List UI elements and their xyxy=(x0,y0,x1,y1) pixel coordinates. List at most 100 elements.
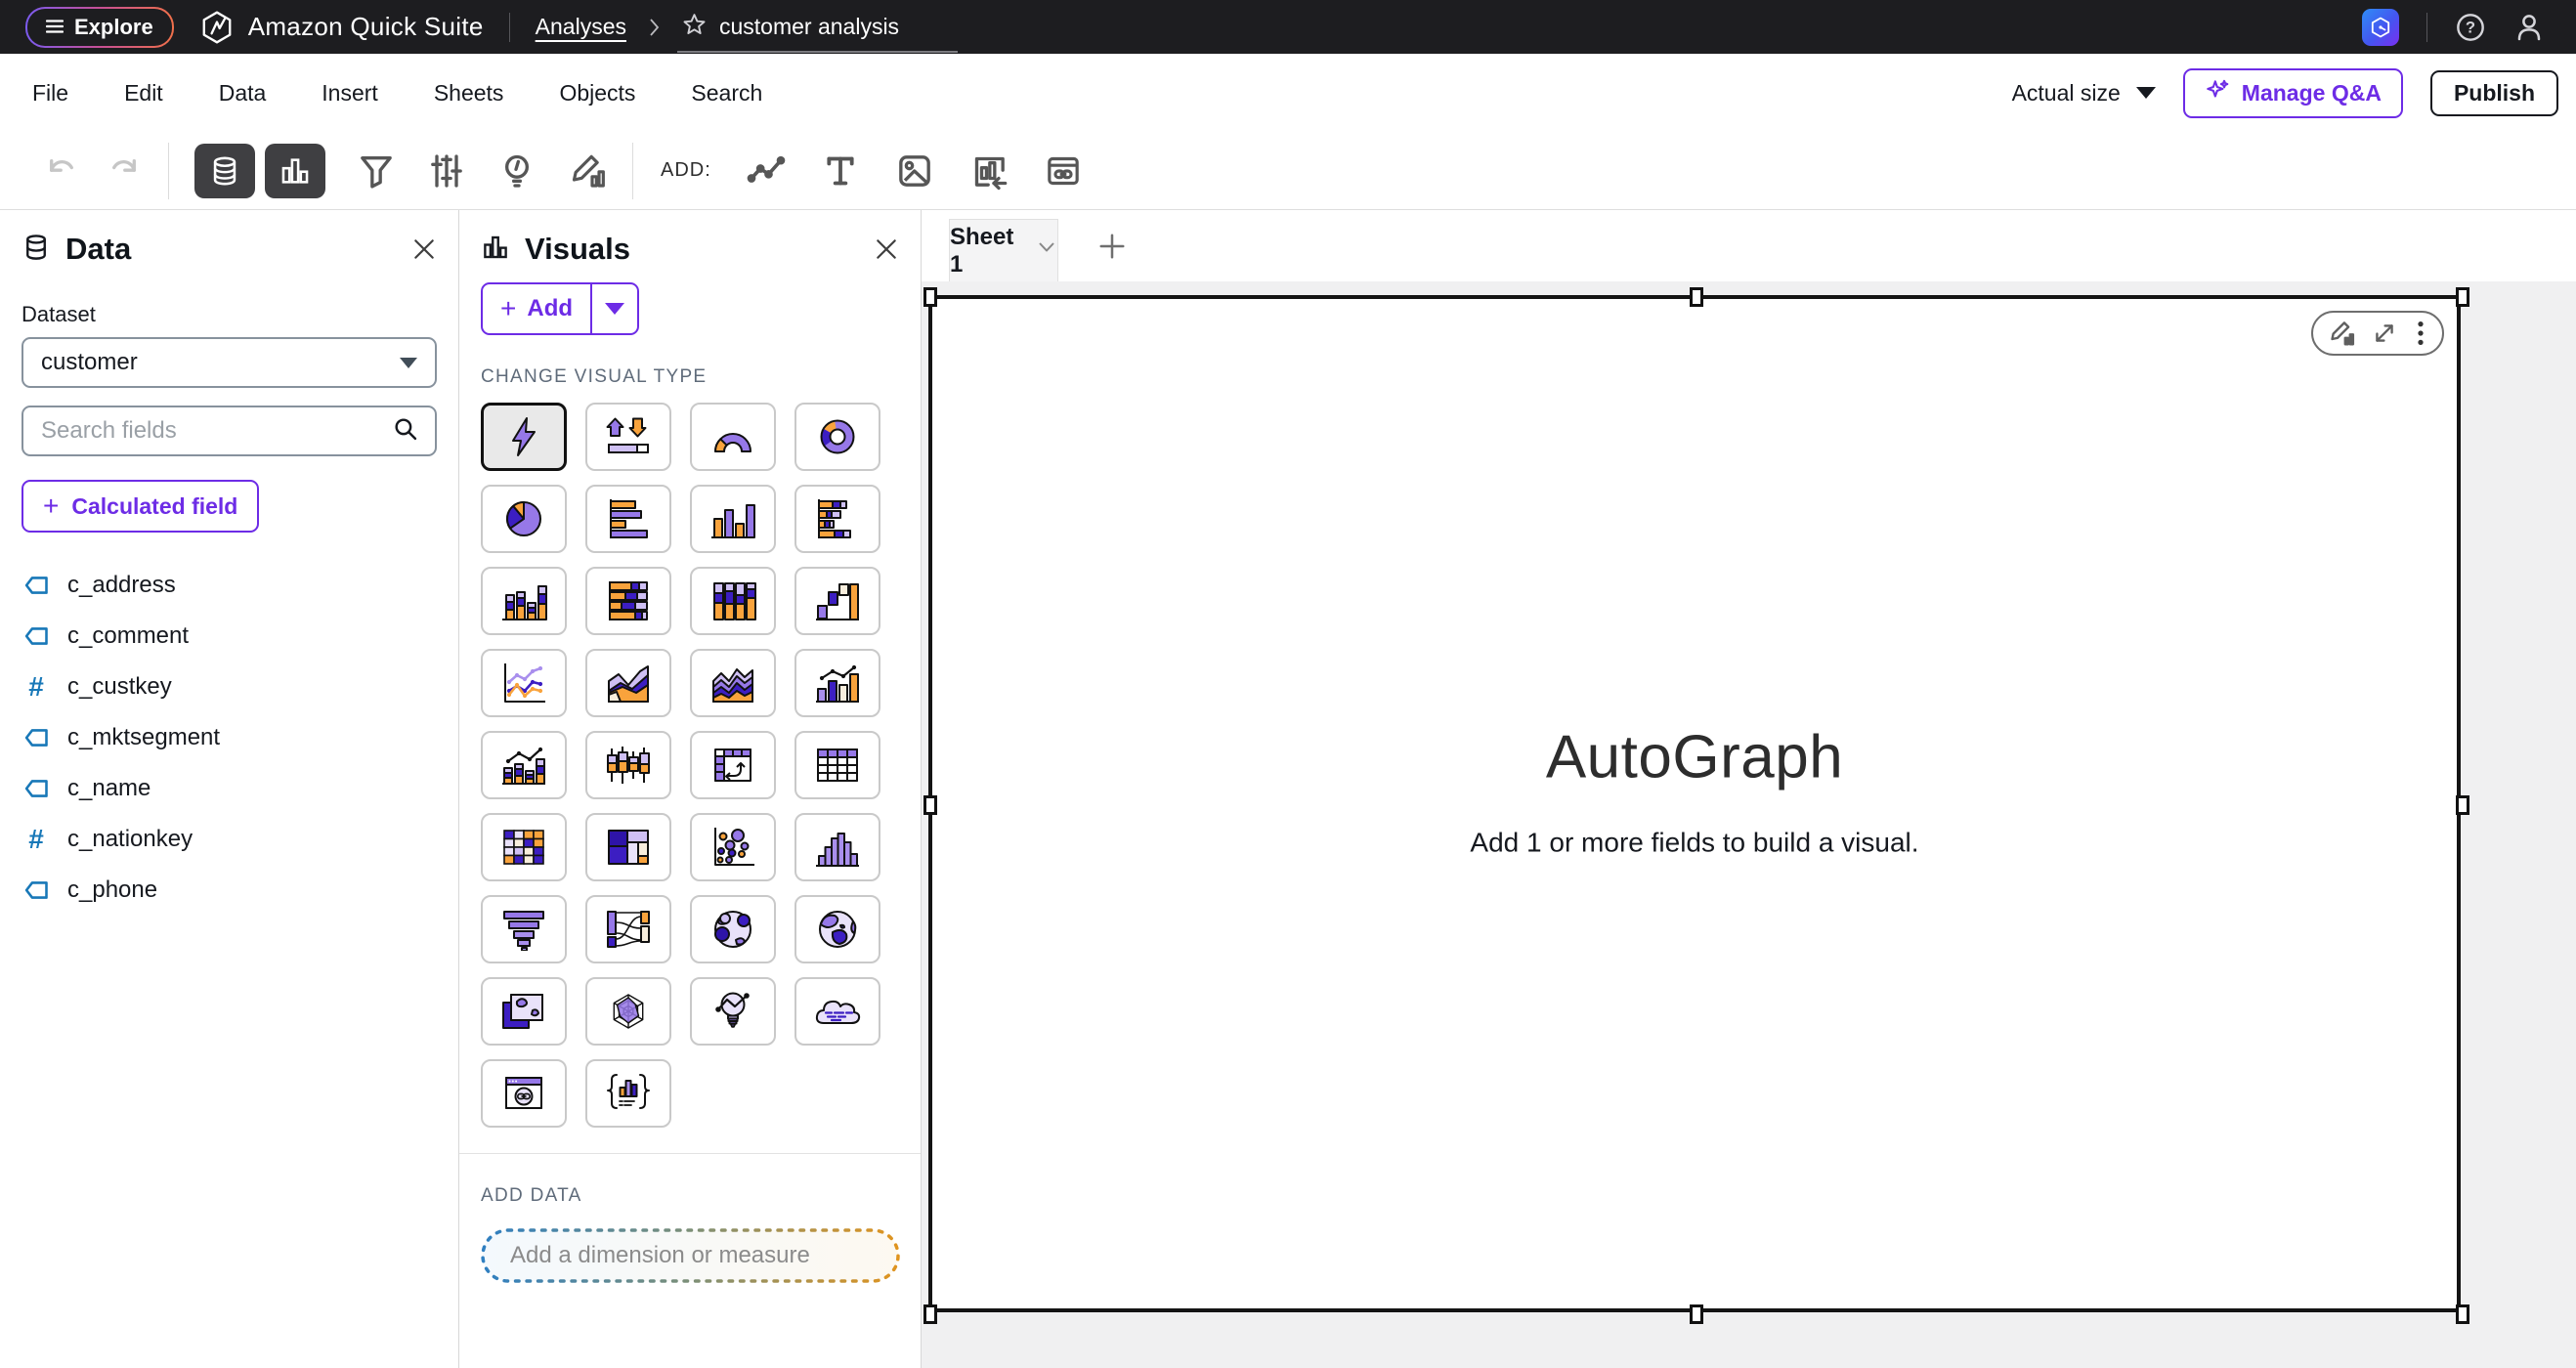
visual-type-custom-content[interactable] xyxy=(481,1059,567,1128)
visual-type-stacked-bar-horizontal[interactable] xyxy=(794,485,880,553)
visual-type-box-plot[interactable] xyxy=(585,731,671,799)
visual-type-insights[interactable] xyxy=(690,977,776,1046)
field-c_name[interactable]: c_name xyxy=(21,763,437,814)
add-sheet-button[interactable] xyxy=(1097,232,1127,261)
visual-type-radar[interactable] xyxy=(585,977,671,1046)
visual-type-filled-map[interactable] xyxy=(794,895,880,963)
visual-type-kpi[interactable] xyxy=(585,403,671,471)
field-c_mktsegment[interactable]: c_mktsegment xyxy=(21,712,437,763)
resize-handle-bottom-middle[interactable] xyxy=(1690,1304,1703,1324)
visual-type-bar-vertical[interactable] xyxy=(690,485,776,553)
breadcrumb-analyses[interactable]: Analyses xyxy=(536,14,626,40)
add-text-icon[interactable] xyxy=(821,151,860,191)
resize-handle-bottom-left[interactable] xyxy=(923,1304,937,1324)
visuals-panel-toggle-button[interactable] xyxy=(265,144,325,198)
visual-type-pie[interactable] xyxy=(481,485,567,553)
menu-insert[interactable]: Insert xyxy=(322,80,378,107)
menu-objects[interactable]: Objects xyxy=(559,80,635,107)
dataset-select[interactable]: customer xyxy=(21,337,437,388)
field-c_comment[interactable]: c_comment xyxy=(21,611,437,662)
manage-qa-button[interactable]: Manage Q&A xyxy=(2183,68,2403,118)
add-image-icon[interactable] xyxy=(895,151,934,191)
line-icon xyxy=(496,662,551,705)
resize-handle-top-right[interactable] xyxy=(2456,287,2469,307)
analysis-title[interactable]: customer analysis xyxy=(719,14,899,40)
selected-visual[interactable]: AutoGraph Add 1 or more fields to build … xyxy=(928,295,2461,1312)
visual-type-narrative[interactable] xyxy=(585,1059,671,1128)
chevron-down-icon[interactable] xyxy=(1036,236,1057,265)
visual-type-histogram[interactable] xyxy=(794,813,880,881)
visual-type-combo-stacked-bar-line[interactable] xyxy=(481,731,567,799)
visual-type-sankey[interactable] xyxy=(585,895,671,963)
add-visual-dropdown-button[interactable] xyxy=(590,284,637,333)
field-c_address[interactable]: c_address xyxy=(21,560,437,611)
visual-type-table[interactable] xyxy=(794,731,880,799)
menu-data[interactable]: Data xyxy=(219,80,267,107)
visual-type-word-cloud[interactable] xyxy=(794,977,880,1046)
visual-type-stacked-bar-vertical[interactable] xyxy=(481,567,567,635)
visual-type-waterfall[interactable] xyxy=(794,567,880,635)
visual-type-area[interactable] xyxy=(585,649,671,717)
help-icon[interactable]: ? xyxy=(2455,12,2486,43)
field-c_phone[interactable]: c_phone xyxy=(21,865,437,916)
insights-lightbulb-icon[interactable] xyxy=(497,151,537,191)
visual-type-funnel[interactable] xyxy=(481,895,567,963)
radar-icon xyxy=(601,990,656,1033)
calculated-field-button[interactable]: + Calculated field xyxy=(21,480,259,533)
user-icon[interactable] xyxy=(2513,12,2545,43)
string-field-icon xyxy=(21,876,51,904)
filter-icon[interactable] xyxy=(357,151,396,191)
edit-visual-icon[interactable] xyxy=(2328,313,2357,354)
calculated-field-label: Calculated field xyxy=(71,493,237,520)
undo-icon[interactable] xyxy=(43,152,80,190)
field-c_nationkey[interactable]: #c_nationkey xyxy=(21,814,437,865)
stacked-bar-vertical-icon xyxy=(496,579,551,622)
resize-handle-top-left[interactable] xyxy=(923,287,937,307)
field-well-drop-zone[interactable]: Add a dimension or measure xyxy=(481,1228,899,1283)
resize-handle-top-middle[interactable] xyxy=(1690,287,1703,307)
menu-sheets[interactable]: Sheets xyxy=(434,80,504,107)
menu-file[interactable]: File xyxy=(32,80,68,107)
visual-type-map-layers[interactable] xyxy=(481,977,567,1046)
visual-type-bar-horizontal[interactable] xyxy=(585,485,671,553)
visual-type-points-on-map[interactable] xyxy=(690,895,776,963)
visual-type-stacked-area[interactable] xyxy=(690,649,776,717)
visual-menu-kebab-icon[interactable] xyxy=(2413,313,2428,354)
visual-type-gauge[interactable] xyxy=(690,403,776,471)
maximize-visual-icon[interactable] xyxy=(2371,313,2398,354)
field-c_custkey[interactable]: #c_custkey xyxy=(21,662,437,712)
visual-type-scatter-plot[interactable] xyxy=(690,813,776,881)
visual-type-autograph[interactable] xyxy=(481,403,567,471)
resize-handle-middle-right[interactable] xyxy=(2456,795,2469,815)
visual-type-tree-map[interactable] xyxy=(585,813,671,881)
resize-handle-middle-left[interactable] xyxy=(923,795,937,815)
visual-type-stacked-100-bar-vertical[interactable] xyxy=(690,567,776,635)
quick-assistant-icon[interactable] xyxy=(2362,9,2399,46)
word-cloud-icon xyxy=(810,990,865,1033)
add-visual-button[interactable]: + Add xyxy=(483,284,590,333)
visual-type-donut[interactable] xyxy=(794,403,880,471)
redo-icon[interactable] xyxy=(106,152,143,190)
menu-edit[interactable]: Edit xyxy=(124,80,163,107)
favorite-star-icon[interactable] xyxy=(681,12,708,43)
visuals-panel-close-icon[interactable] xyxy=(874,236,899,262)
data-panel-close-icon[interactable] xyxy=(411,236,437,262)
menu-search[interactable]: Search xyxy=(691,80,762,107)
parameters-sliders-icon[interactable] xyxy=(427,151,466,191)
search-fields-input[interactable] xyxy=(39,416,392,446)
visual-type-pivot-table[interactable] xyxy=(690,731,776,799)
visual-type-line[interactable] xyxy=(481,649,567,717)
resize-handle-bottom-right[interactable] xyxy=(2456,1304,2469,1324)
embed-content-icon[interactable] xyxy=(1044,151,1083,191)
add-visual-icon[interactable] xyxy=(747,151,786,191)
zoom-level-select[interactable]: Actual size xyxy=(2012,80,2156,107)
publish-button[interactable]: Publish xyxy=(2430,70,2558,116)
insert-visual-icon[interactable] xyxy=(969,151,1009,191)
data-panel-toggle-button[interactable] xyxy=(194,144,255,198)
edit-visuals-icon[interactable] xyxy=(568,151,607,191)
visual-type-combo-bar-line[interactable] xyxy=(794,649,880,717)
sheet-tab[interactable]: Sheet 1 xyxy=(949,219,1058,281)
visual-type-heat-map[interactable] xyxy=(481,813,567,881)
explore-button[interactable]: Explore xyxy=(25,7,174,48)
visual-type-stacked-100-bar-horizontal[interactable] xyxy=(585,567,671,635)
